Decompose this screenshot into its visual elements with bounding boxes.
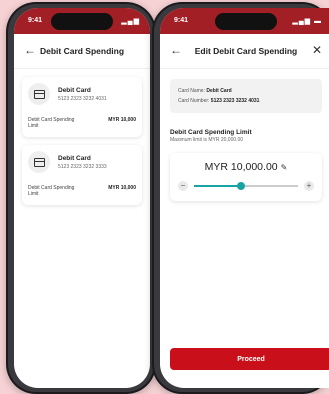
card-name-value: Debit Card	[206, 88, 232, 94]
pencil-icon[interactable]: ✎	[281, 163, 288, 172]
card-name: Debit Card	[58, 154, 91, 162]
card-number: 5123 2323 3232 4031	[58, 95, 107, 102]
slider-fill	[194, 185, 241, 187]
limit-slider[interactable]	[194, 182, 298, 190]
card-number: 5123 2323 3232 3333	[58, 163, 107, 170]
limit-section: Debit Card Spending Limit Maximum limit …	[170, 129, 322, 143]
minus-button[interactable]: −	[178, 181, 188, 191]
nav-bar: ← Debit Card Spending	[14, 34, 150, 69]
signal-icon: ▂▄▆	[121, 18, 140, 25]
dynamic-island	[215, 13, 277, 30]
back-arrow-icon[interactable]: ←	[24, 43, 36, 57]
status-bar: 9:41 ▂▄▆	[14, 8, 150, 34]
limit-value: MYR 10,000	[108, 117, 136, 123]
limit-label: Debit Card Spending Limit	[28, 117, 75, 129]
card-number-label: Card Number:	[178, 98, 210, 104]
page-title: Edit Debit Card Spending	[194, 46, 298, 56]
screen-edit-debit-card-spending: 9:41 ▂▄▆ ▬ ← Edit Debit Card Spending ✕ …	[160, 8, 329, 388]
signal-icon: ▂▄▆ ▬	[292, 18, 322, 25]
close-icon[interactable]: ✕	[312, 43, 322, 57]
amount-value[interactable]: MYR 10,000.00	[205, 161, 278, 173]
screen-debit-card-spending: 9:41 ▂▄▆ ← Debit Card Spending Debit Car…	[14, 8, 150, 388]
card-name-label: Card Name:	[178, 88, 205, 94]
section-title: Debit Card Spending Limit	[170, 129, 252, 136]
status-time: 9:41	[174, 17, 189, 24]
limit-value: MYR 10,000	[108, 185, 136, 191]
card-icon	[28, 151, 50, 173]
phone-front: 9:41 ▂▄▆ ▬ ← Edit Debit Card Spending ✕ …	[152, 2, 329, 394]
slider-knob[interactable]	[236, 182, 245, 190]
card-item[interactable]: Debit Card 5123 2323 3232 3333 Debit Car…	[22, 145, 142, 205]
proceed-button[interactable]: Proceed	[170, 348, 329, 370]
section-subtitle: Maximum limit is MYR 20,000.00	[170, 137, 244, 143]
phone-back: 9:41 ▂▄▆ ← Debit Card Spending Debit Car…	[6, 2, 156, 394]
card-number-value: 5123 2323 3232 4031	[210, 98, 260, 104]
nav-bar: ← Edit Debit Card Spending ✕	[160, 34, 329, 69]
status-bar: 9:41 ▂▄▆ ▬	[160, 8, 329, 34]
dynamic-island	[51, 13, 113, 30]
back-arrow-icon[interactable]: ←	[170, 43, 182, 57]
card-icon	[28, 83, 50, 105]
card-item[interactable]: Debit Card 5123 2323 3232 4031 Debit Car…	[22, 77, 142, 137]
card-info-box: Card Name: Debit Card Card Number: 5123 …	[170, 79, 322, 113]
plus-button[interactable]: +	[304, 181, 314, 191]
card-name: Debit Card	[58, 86, 91, 94]
limit-label: Debit Card Spending Limit	[28, 185, 75, 197]
amount-editor: MYR 10,000.00 ✎ − +	[170, 153, 322, 201]
status-time: 9:41	[28, 17, 43, 24]
